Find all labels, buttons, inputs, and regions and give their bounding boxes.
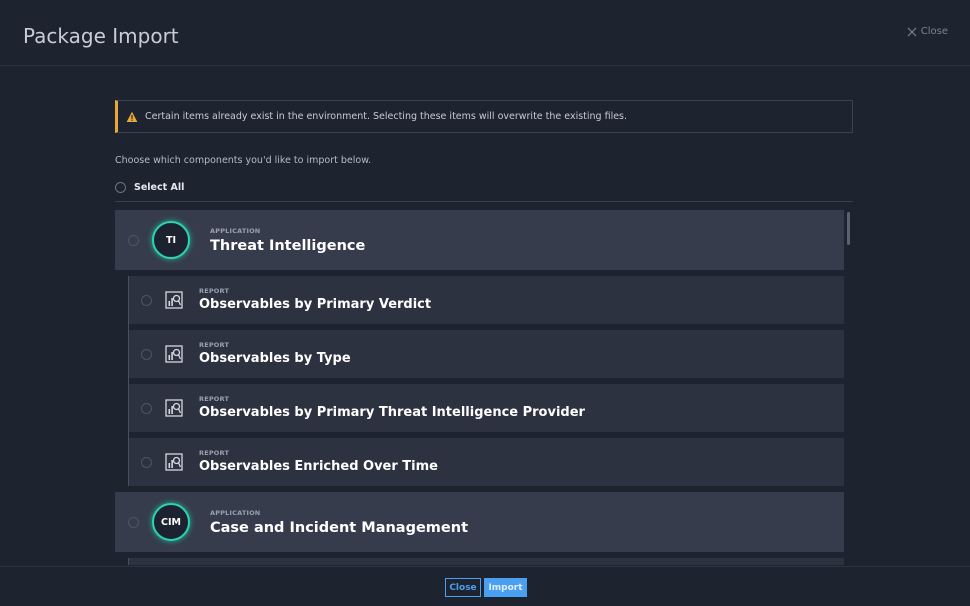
close-icon bbox=[907, 27, 917, 36]
report-row[interactable]: REPORT Observables by Primary Verdict bbox=[129, 276, 844, 324]
component-radio[interactable] bbox=[128, 234, 139, 246]
app-badge: TI bbox=[152, 221, 190, 259]
report-type-label: REPORT bbox=[199, 394, 230, 403]
dialog-header: Package Import Close bbox=[0, 0, 970, 66]
instructions-text: Choose which components you'd like to im… bbox=[115, 155, 372, 166]
child-components: REPORT Observables by Primary Verdict RE… bbox=[128, 276, 844, 486]
report-radio[interactable] bbox=[141, 348, 152, 360]
report-name: Observables by Type bbox=[199, 350, 351, 366]
report-radio[interactable] bbox=[141, 294, 152, 306]
component-type-label: APPLICATION bbox=[210, 226, 261, 235]
close-dialog-label: Close bbox=[920, 26, 948, 37]
close-button[interactable]: Close bbox=[445, 578, 481, 597]
warning-icon bbox=[126, 111, 138, 122]
report-name: Observables by Primary Threat Intelligen… bbox=[199, 404, 585, 420]
report-name: Observables Enriched Over Time bbox=[199, 458, 438, 474]
import-button[interactable]: Import bbox=[484, 578, 527, 597]
overwrite-warning: Certain items already exist in the envir… bbox=[115, 100, 853, 133]
component-list: TI APPLICATION Threat Intelligence REPOR… bbox=[115, 210, 844, 565]
report-type-label: REPORT bbox=[199, 286, 230, 295]
component-name: Threat Intelligence bbox=[210, 237, 366, 254]
warning-text: Certain items already exist in the envir… bbox=[145, 111, 628, 122]
close-dialog-button[interactable]: Close bbox=[907, 26, 948, 37]
report-type-label: REPORT bbox=[199, 448, 230, 457]
component-row-threat-intelligence[interactable]: TI APPLICATION Threat Intelligence bbox=[115, 210, 844, 270]
component-name: Case and Incident Management bbox=[210, 519, 469, 536]
report-row[interactable]: REPORT Observables Enriched Over Time bbox=[129, 438, 844, 486]
report-radio[interactable] bbox=[141, 456, 152, 468]
component-radio[interactable] bbox=[128, 516, 139, 528]
report-icon bbox=[165, 399, 183, 417]
dialog-title: Package Import bbox=[23, 24, 179, 48]
report-name: Observables by Primary Verdict bbox=[199, 296, 432, 312]
list-scrollbar[interactable] bbox=[847, 212, 850, 245]
report-row[interactable]: REPORT Observables by Type bbox=[129, 330, 844, 378]
report-row-partial bbox=[129, 558, 844, 565]
report-icon bbox=[165, 345, 183, 363]
report-icon bbox=[165, 291, 183, 309]
select-all-row[interactable]: Select All bbox=[115, 180, 853, 202]
dialog-footer: Close Import bbox=[0, 566, 970, 606]
report-radio[interactable] bbox=[141, 402, 152, 414]
report-row[interactable]: REPORT Observables by Primary Threat Int… bbox=[129, 384, 844, 432]
component-row-case-and-incident-management[interactable]: CIM APPLICATION Case and Incident Manage… bbox=[115, 492, 844, 552]
app-badge: CIM bbox=[152, 503, 190, 541]
report-type-label: REPORT bbox=[199, 340, 230, 349]
component-type-label: APPLICATION bbox=[210, 508, 261, 517]
select-all-label: Select All bbox=[134, 181, 185, 193]
child-components bbox=[128, 558, 844, 565]
select-all-radio[interactable] bbox=[115, 181, 126, 193]
report-icon bbox=[165, 453, 183, 471]
